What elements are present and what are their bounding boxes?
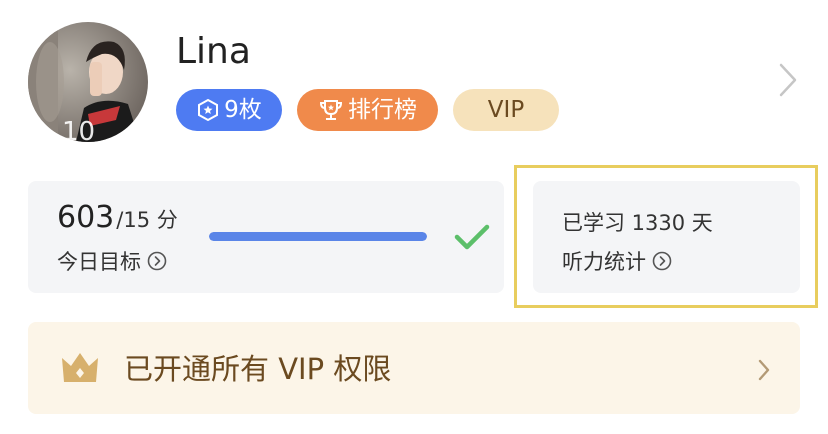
circle-arrow-right-icon	[147, 251, 167, 271]
vip-banner-text: 已开通所有 VIP 权限	[124, 352, 392, 386]
user-photo-avatar: 10	[28, 22, 148, 142]
profile-chevron-right-icon[interactable]	[776, 62, 800, 102]
medals-badge[interactable]: 9枚	[176, 89, 282, 131]
circle-arrow-right-icon	[652, 251, 672, 271]
medal-hexagon-icon	[196, 98, 220, 122]
leaderboard-label: 排行榜	[348, 96, 417, 123]
progress-fill	[209, 232, 427, 241]
medals-count: 9枚	[224, 96, 262, 123]
daily-goal-link[interactable]: 今日目标	[57, 246, 167, 276]
svg-text:10: 10	[62, 117, 95, 142]
score-target: /15 分	[116, 208, 178, 232]
avatar[interactable]: 10	[28, 22, 148, 142]
crown-icon	[60, 350, 100, 390]
vip-chevron-right-icon[interactable]	[756, 358, 772, 386]
score-value: 603	[57, 200, 115, 235]
daily-goal-progress-bar	[209, 232, 427, 241]
check-icon	[453, 221, 491, 257]
vip-label: VIP	[487, 96, 525, 123]
user-name: Lina	[176, 31, 251, 72]
trophy-icon	[318, 98, 344, 122]
listening-stats-label: 听力统计	[562, 250, 646, 274]
daily-goal-label: 今日目标	[57, 250, 141, 274]
daily-score: 603 /15 分	[57, 200, 178, 235]
leaderboard-badge[interactable]: 排行榜	[297, 89, 438, 131]
vip-badge[interactable]: VIP	[453, 89, 559, 131]
days-studied-text: 已学习 1330 天	[562, 211, 713, 235]
listening-stats-link[interactable]: 听力统计	[562, 246, 672, 276]
